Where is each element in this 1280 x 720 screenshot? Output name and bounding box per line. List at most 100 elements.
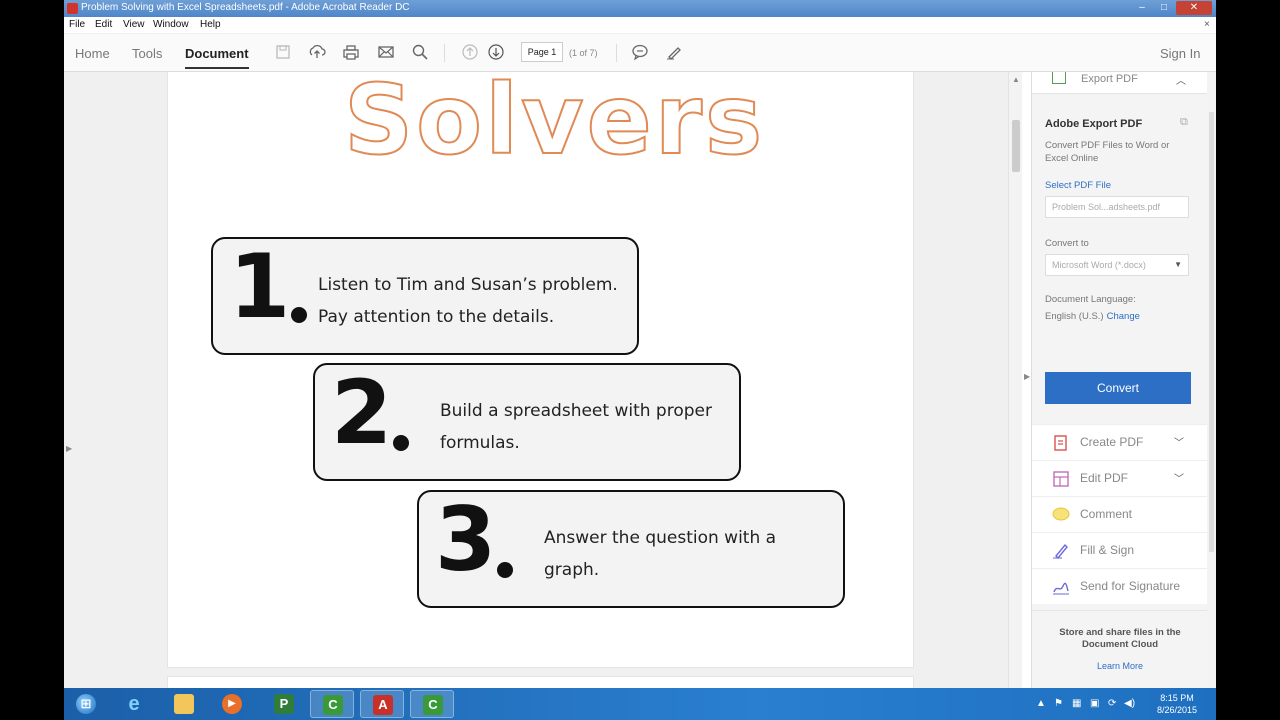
- menu-edit[interactable]: Edit: [95, 19, 112, 30]
- step-card-3: 3 Answer the question with a graph.: [417, 490, 845, 608]
- bullet-dot: [393, 435, 409, 451]
- step-number: 2: [331, 361, 393, 464]
- internet-explorer-icon: e: [128, 693, 140, 715]
- tray-device-icon[interactable]: ▣: [1090, 698, 1099, 709]
- comment-bubble-icon: [1052, 507, 1070, 521]
- sign-pen-icon[interactable]: [664, 43, 684, 63]
- bullet-dot: [497, 562, 513, 578]
- change-language-link[interactable]: Change: [1107, 311, 1140, 322]
- upload-icon[interactable]: [307, 43, 327, 63]
- taskbar-file-explorer[interactable]: [162, 690, 206, 718]
- edit-pdf-icon: [1053, 471, 1069, 487]
- convert-format-value: Microsoft Word (*.docx): [1052, 260, 1146, 270]
- learn-more-link[interactable]: Learn More: [1032, 661, 1208, 671]
- search-icon[interactable]: [410, 43, 430, 63]
- step-line: Listen to Tim and Susan’s problem.: [318, 275, 618, 295]
- chevron-down-icon: ▼: [1174, 260, 1182, 269]
- prev-page-icon[interactable]: [460, 43, 480, 63]
- tab-tools[interactable]: Tools: [132, 46, 162, 61]
- step-card-2: 2 Build a spreadsheet with proper formul…: [313, 363, 741, 481]
- pdf-next-page: [167, 676, 914, 688]
- copy-icon[interactable]: ⧉: [1180, 116, 1188, 129]
- tool-label: Edit PDF: [1080, 471, 1129, 485]
- step-line: graph.: [544, 560, 600, 580]
- document-viewport[interactable]: ▶ Solvers 1 Listen to Tim and Susan’s pr…: [64, 63, 1016, 688]
- tray-app-icon[interactable]: ▦: [1072, 698, 1081, 709]
- convert-button[interactable]: Convert: [1045, 372, 1191, 404]
- acrobat-icon: A: [373, 695, 393, 715]
- scroll-thumb[interactable]: [1012, 120, 1020, 172]
- create-pdf-icon: [1054, 435, 1067, 451]
- taskbar-clock[interactable]: 8:15 PM 8/26/2015: [1146, 692, 1208, 716]
- tool-send-for-signature[interactable]: Send for Signature: [1032, 568, 1208, 604]
- minimize-button[interactable]: –: [1132, 1, 1152, 15]
- convert-to-label: Convert to: [1045, 238, 1089, 249]
- save-icon[interactable]: [273, 43, 293, 63]
- chevron-up-icon[interactable]: ︿: [1176, 72, 1186, 87]
- chevron-down-icon[interactable]: ﹀: [1174, 470, 1184, 485]
- close-document-icon[interactable]: ×: [1204, 19, 1210, 30]
- taskbar-internet-explorer[interactable]: e: [112, 690, 156, 718]
- export-pdf-header-label: Export PDF: [1081, 73, 1138, 85]
- select-pdf-file-link[interactable]: Select PDF File: [1045, 180, 1111, 191]
- step-number: 3: [435, 488, 497, 591]
- document-scrollbar[interactable]: ▲: [1008, 72, 1022, 688]
- tray-volume-icon[interactable]: ◀): [1124, 698, 1135, 709]
- start-button[interactable]: ⊞: [64, 690, 108, 718]
- project-icon: P: [274, 694, 294, 714]
- taskbar-camtasia[interactable]: C: [310, 690, 354, 718]
- export-title: Adobe Export PDF: [1045, 118, 1143, 130]
- tray-expand-icon[interactable]: ▲: [1036, 698, 1046, 709]
- tray-flag-icon[interactable]: ⚑: [1054, 698, 1063, 709]
- page-number-input[interactable]: Page 1: [521, 42, 563, 62]
- scroll-thumb[interactable]: [1209, 112, 1214, 552]
- tool-label: Fill & Sign: [1080, 543, 1135, 557]
- bullet-dot: [291, 307, 307, 323]
- convert-format-select[interactable]: Microsoft Word (*.docx) ▼: [1045, 254, 1189, 276]
- scroll-up-arrow[interactable]: ▲: [1012, 75, 1020, 84]
- pdf-page: Solvers 1 Listen to Tim and Susan’s prob…: [167, 63, 914, 668]
- menu-bar: File Edit View Window Help ×: [64, 17, 1216, 34]
- tool-comment[interactable]: Comment: [1032, 496, 1208, 532]
- tools-pane: Export PDF ︿ Adobe Export PDF ⧉ Convert …: [1031, 72, 1208, 688]
- windows-taskbar: ⊞ e ▶ P C A C ▲ ⚑ ▦ ▣ ⟳ ◀) 8:15 PM 8/26/…: [64, 688, 1216, 720]
- tab-home[interactable]: Home: [75, 46, 110, 61]
- selected-file-field[interactable]: Problem Sol...adsheets.pdf: [1045, 196, 1189, 218]
- step-line: Answer the question with a: [544, 528, 777, 548]
- title-bar: Problem Solving with Excel Spreadsheets.…: [64, 0, 1216, 17]
- taskbar-project[interactable]: P: [262, 690, 306, 718]
- comment-icon[interactable]: [630, 43, 650, 63]
- sign-in-link[interactable]: Sign In: [1160, 46, 1200, 61]
- tab-document[interactable]: Document: [185, 46, 249, 69]
- export-pdf-panel: Adobe Export PDF ⧉ Convert PDF Files to …: [1032, 96, 1208, 418]
- expand-left-pane-icon[interactable]: ▶: [66, 444, 72, 453]
- tray-sync-icon[interactable]: ⟳: [1108, 698, 1116, 709]
- chevron-down-icon[interactable]: ﹀: [1174, 434, 1184, 449]
- tools-pane-scrollbar[interactable]: [1207, 72, 1216, 688]
- print-icon[interactable]: [341, 43, 361, 63]
- step-text: Build a spreadsheet with proper formulas…: [440, 395, 712, 459]
- menu-file[interactable]: File: [69, 19, 85, 30]
- tool-fill-sign[interactable]: Fill & Sign: [1032, 532, 1208, 568]
- taskbar-acrobat[interactable]: A: [360, 690, 404, 718]
- close-button[interactable]: ✕: [1176, 1, 1212, 15]
- menu-view[interactable]: View: [123, 19, 145, 30]
- menu-window[interactable]: Window: [153, 19, 189, 30]
- cloud-promo-text: Store and share files in the Document Cl…: [1059, 627, 1181, 650]
- document-language-value: English (U.S.): [1045, 311, 1104, 322]
- tool-edit-pdf[interactable]: Edit PDF ﹀: [1032, 460, 1208, 496]
- export-pdf-header[interactable]: Export PDF ︿: [1032, 72, 1208, 94]
- tool-create-pdf[interactable]: Create PDF ﹀: [1032, 424, 1208, 460]
- maximize-button[interactable]: □: [1154, 1, 1174, 15]
- taskbar-camtasia-recorder[interactable]: C: [410, 690, 454, 718]
- menu-help[interactable]: Help: [200, 19, 221, 30]
- document-language-label: Document Language:: [1045, 294, 1136, 305]
- email-icon[interactable]: [376, 43, 396, 63]
- start-icon: ⊞: [76, 694, 96, 714]
- taskbar-media-player[interactable]: ▶: [210, 690, 254, 718]
- collapse-right-pane-icon[interactable]: ▶: [1024, 372, 1030, 381]
- window-title: Problem Solving with Excel Spreadsheets.…: [81, 2, 410, 13]
- document-cloud-promo: Store and share files in the Document Cl…: [1032, 610, 1208, 688]
- fill-sign-icon: [1053, 543, 1068, 559]
- next-page-icon[interactable]: [486, 43, 506, 63]
